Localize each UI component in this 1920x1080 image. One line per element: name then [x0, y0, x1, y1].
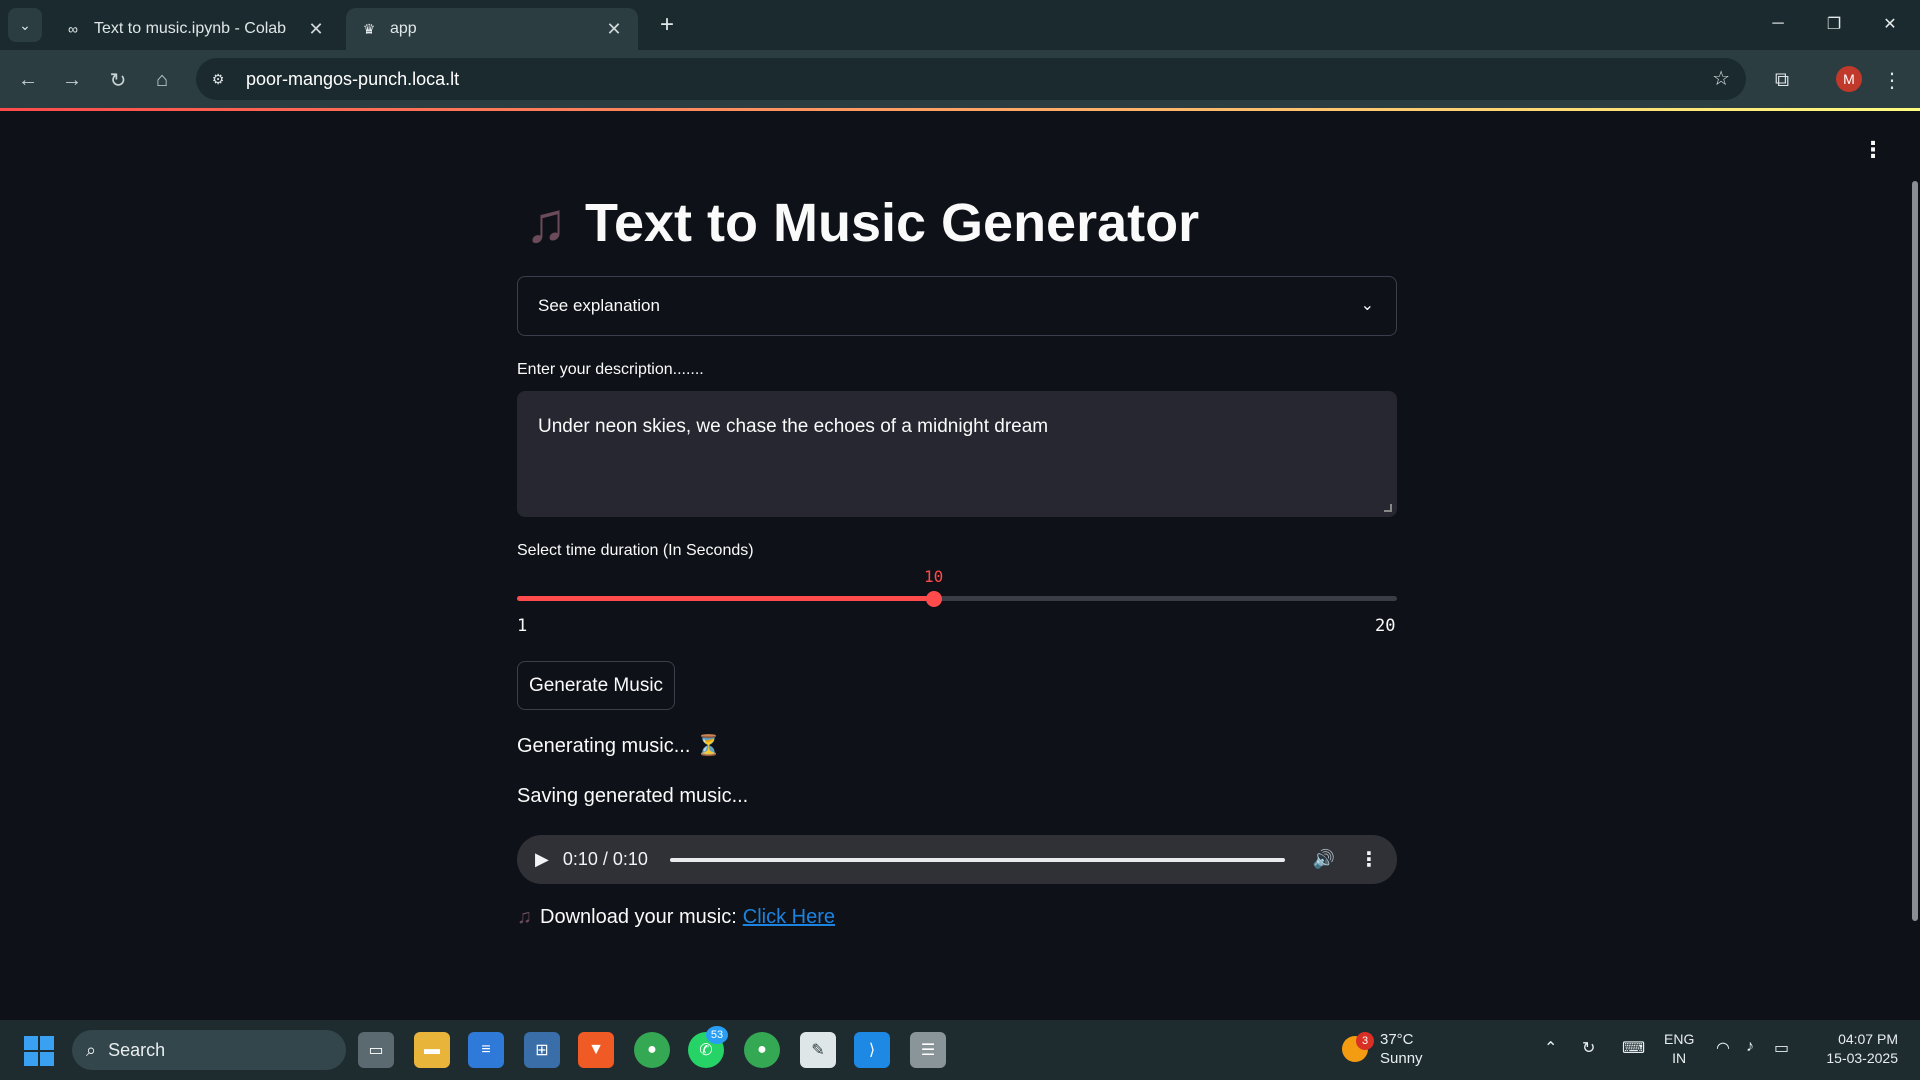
download-text: Download your music:: [540, 906, 737, 928]
explanation-expander[interactable]: See explanation ⌄: [517, 276, 1397, 336]
page-title: ♫ Text to Music Generator: [525, 190, 1199, 255]
database-icon[interactable]: ☰: [910, 1032, 946, 1068]
download-link[interactable]: Click Here: [743, 906, 835, 929]
close-icon[interactable]: ✕: [602, 19, 626, 40]
tab-search-icon[interactable]: ⌄: [8, 8, 42, 42]
reload-icon[interactable]: ↻: [100, 62, 136, 98]
tab-title: app: [390, 20, 417, 37]
tab-title: Text to music.ipynb - Colab: [94, 20, 287, 37]
notepad-icon[interactable]: ≡: [468, 1032, 504, 1068]
whatsapp-badge: 53: [706, 1026, 728, 1044]
audio-time: 0:10 / 0:10: [562, 849, 648, 869]
microsoft-store-icon[interactable]: ⊞: [524, 1032, 560, 1068]
description-textarea[interactable]: Under neon skies, we chase the echoes of…: [517, 391, 1397, 517]
browser-toolbar: ← → ↻ ⌂ ⚙ poor-mangos-punch.loca.lt ☆ ⧉ …: [0, 50, 1920, 110]
audio-player: ▶ 0:10 / 0:10 🔊 ⋮: [517, 835, 1397, 884]
music-note-icon: ♫: [525, 191, 567, 254]
duration-label: Select time duration (In Seconds): [517, 542, 754, 559]
chrome-icon[interactable]: ●: [634, 1032, 670, 1068]
slider-fill: [517, 596, 934, 601]
tab-colab[interactable]: ∞ Text to music.ipynb - Colab ✕: [50, 8, 340, 50]
taskbar: ⌕ Search ▭ ▬ ≡ ⊞ ▼ ● ✆ 53 ● ✎ ⟩ ☰ 3 37°C…: [0, 1020, 1920, 1080]
address-bar[interactable]: ⚙ poor-mangos-punch.loca.lt ☆: [196, 58, 1746, 100]
status-saving: Saving generated music...: [517, 785, 749, 807]
browser-menu-icon[interactable]: ⋮: [1874, 62, 1910, 98]
file-explorer-icon[interactable]: ▬: [414, 1032, 450, 1068]
colab-icon: ∞: [68, 21, 78, 37]
search-placeholder: Search: [108, 1039, 166, 1060]
chevron-up-icon[interactable]: ⌃: [1544, 1038, 1557, 1058]
home-icon[interactable]: ⌂: [144, 62, 180, 98]
app-menu-icon[interactable]: ⋮: [1862, 139, 1884, 161]
temperature: 37°C: [1380, 1031, 1414, 1048]
bookmark-star-icon[interactable]: ☆: [1712, 66, 1730, 91]
clock-date: 15-03-2025: [1826, 1050, 1898, 1066]
clock-time: 04:07 PM: [1838, 1031, 1898, 1047]
slider-min: 1: [517, 616, 528, 636]
new-tab-button[interactable]: +: [652, 10, 682, 40]
windows-start-icon[interactable]: [24, 1036, 54, 1066]
chrome-profile-icon[interactable]: ●: [744, 1032, 780, 1068]
sync-icon[interactable]: ↻: [1582, 1038, 1595, 1058]
restore-icon[interactable]: ❐: [1806, 0, 1862, 48]
volume-icon[interactable]: 🔊: [1313, 849, 1335, 870]
language-indicator[interactable]: ENG IN: [1664, 1030, 1694, 1068]
search-icon: ⌕: [86, 1039, 97, 1060]
scrollbar[interactable]: [1912, 181, 1918, 921]
download-row: ♫ Download your music: Click Here: [517, 906, 835, 929]
resize-handle-icon[interactable]: [1384, 504, 1392, 512]
editor-icon[interactable]: ✎: [800, 1032, 836, 1068]
page-title-text: Text to Music Generator: [585, 192, 1200, 253]
forward-icon[interactable]: →: [54, 62, 90, 98]
audio-progress-bar[interactable]: [669, 857, 1285, 862]
extensions-icon[interactable]: ⧉: [1764, 62, 1800, 98]
task-view-icon[interactable]: ▭: [358, 1032, 394, 1068]
region-code: IN: [1672, 1050, 1687, 1066]
music-note-icon: ♫: [517, 906, 532, 928]
slider-max: 20: [1375, 616, 1396, 636]
minimize-icon[interactable]: ─: [1750, 0, 1806, 48]
url-text: poor-mangos-punch.loca.lt: [246, 68, 460, 89]
wifi-icon[interactable]: ◠: [1716, 1038, 1730, 1058]
speaker-icon[interactable]: ♪: [1746, 1038, 1754, 1056]
keyboard-icon[interactable]: ⌨: [1622, 1038, 1645, 1058]
taskbar-search[interactable]: ⌕ Search: [72, 1030, 346, 1070]
battery-icon[interactable]: ▭: [1774, 1038, 1789, 1058]
brave-icon[interactable]: ▼: [578, 1032, 614, 1068]
slider-value: 10: [924, 567, 944, 586]
weather-widget[interactable]: 3 37°C Sunny: [1342, 1030, 1423, 1068]
tab-app[interactable]: ♛ app ✕: [346, 8, 638, 50]
close-icon[interactable]: ✕: [304, 19, 328, 40]
language-code: ENG: [1664, 1031, 1695, 1047]
browser-tab-bar: ⌄ ∞ Text to music.ipynb - Colab ✕ ♛ app …: [0, 0, 1920, 50]
description-label: Enter your description.......: [517, 361, 704, 378]
description-text: Under neon skies, we chase the echoes of…: [538, 416, 1049, 437]
more-options-icon[interactable]: ⋮: [1359, 847, 1379, 872]
weather-badge: 3: [1356, 1032, 1374, 1050]
chevron-down-icon: ⌄: [1360, 297, 1374, 314]
status-generating: Generating music... ⏳: [517, 735, 721, 757]
generate-music-button[interactable]: Generate Music: [517, 661, 675, 710]
duration-slider-track[interactable]: [517, 596, 1397, 601]
slider-thumb[interactable]: [925, 591, 942, 607]
window-close-icon[interactable]: ✕: [1862, 0, 1918, 48]
back-icon[interactable]: ←: [10, 62, 46, 98]
streamlit-crown-icon: ♛: [362, 20, 376, 37]
expander-label: See explanation: [538, 296, 660, 315]
clock[interactable]: 04:07 PM 15-03-2025: [1818, 1030, 1898, 1068]
weather-condition: Sunny: [1380, 1050, 1423, 1067]
site-info-icon[interactable]: ⚙: [200, 61, 236, 97]
play-icon[interactable]: ▶: [535, 849, 549, 870]
vscode-icon[interactable]: ⟩: [854, 1032, 890, 1068]
profile-avatar[interactable]: M: [1836, 66, 1862, 92]
